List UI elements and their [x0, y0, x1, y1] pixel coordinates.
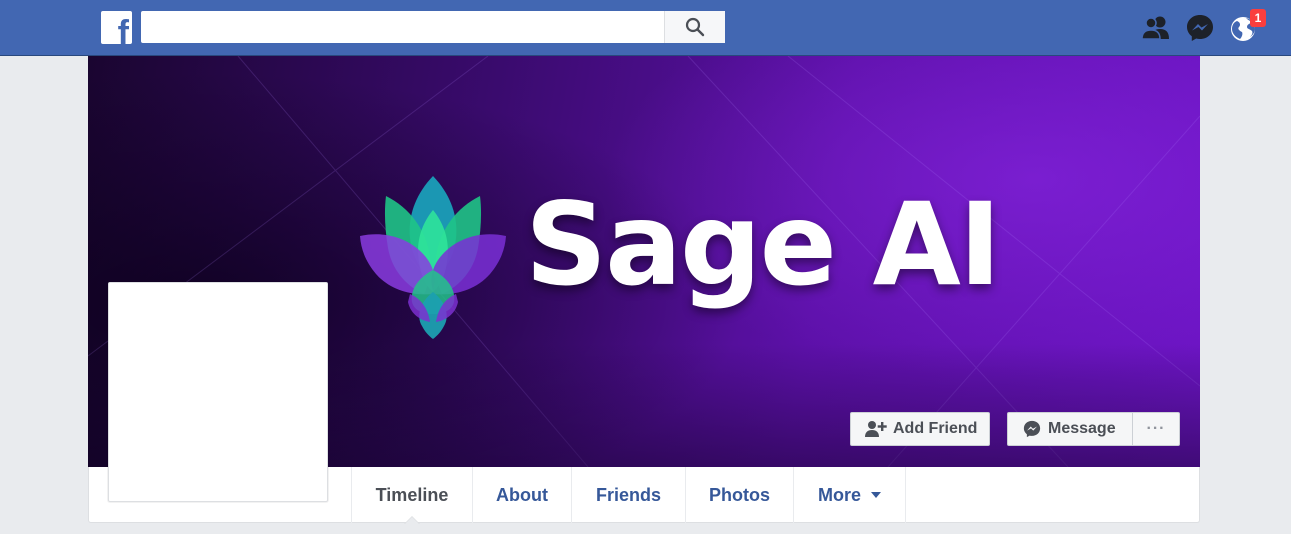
tab-timeline[interactable]: Timeline [352, 467, 473, 524]
more-options-button[interactable]: ··· [1132, 412, 1180, 446]
tab-about-label: About [496, 484, 548, 505]
tab-timeline-label: Timeline [375, 484, 449, 505]
facebook-logo[interactable]: f [101, 11, 132, 44]
tab-more-label: More [817, 484, 861, 505]
facebook-logo-letter: f [117, 14, 129, 44]
search-box [141, 11, 725, 43]
add-friend-label: Add Friend [893, 420, 978, 437]
lotus-logo [360, 176, 506, 339]
add-friend-button[interactable]: Add Friend [850, 412, 990, 446]
messenger-icon[interactable] [1184, 12, 1216, 44]
tab-friends[interactable]: Friends [572, 467, 686, 523]
search-button[interactable] [664, 11, 725, 43]
brand-name: Sage AI [525, 178, 1001, 311]
tab-photos-label: Photos [709, 484, 770, 505]
notification-count-badge: 1 [1250, 9, 1266, 27]
message-label: Message [1048, 420, 1116, 437]
profile-picture[interactable] [108, 282, 328, 502]
tab-about[interactable]: About [473, 467, 572, 523]
message-icon [1022, 419, 1042, 439]
friend-requests-icon[interactable] [1140, 12, 1172, 44]
tab-photos[interactable]: Photos [686, 467, 794, 523]
top-navigation-bar: f 1 [0, 0, 1291, 56]
message-button[interactable]: Message [1007, 412, 1132, 446]
add-friend-icon [865, 420, 887, 438]
search-icon [685, 17, 705, 37]
tab-more[interactable]: More [794, 467, 906, 523]
more-options-icon: ··· [1146, 420, 1166, 437]
tab-friends-label: Friends [595, 484, 661, 505]
active-tab-indicator [404, 516, 420, 524]
search-input[interactable] [141, 11, 656, 43]
profile-tabs: Timeline About Friends Photos More [351, 467, 906, 524]
chevron-down-icon [871, 491, 881, 498]
